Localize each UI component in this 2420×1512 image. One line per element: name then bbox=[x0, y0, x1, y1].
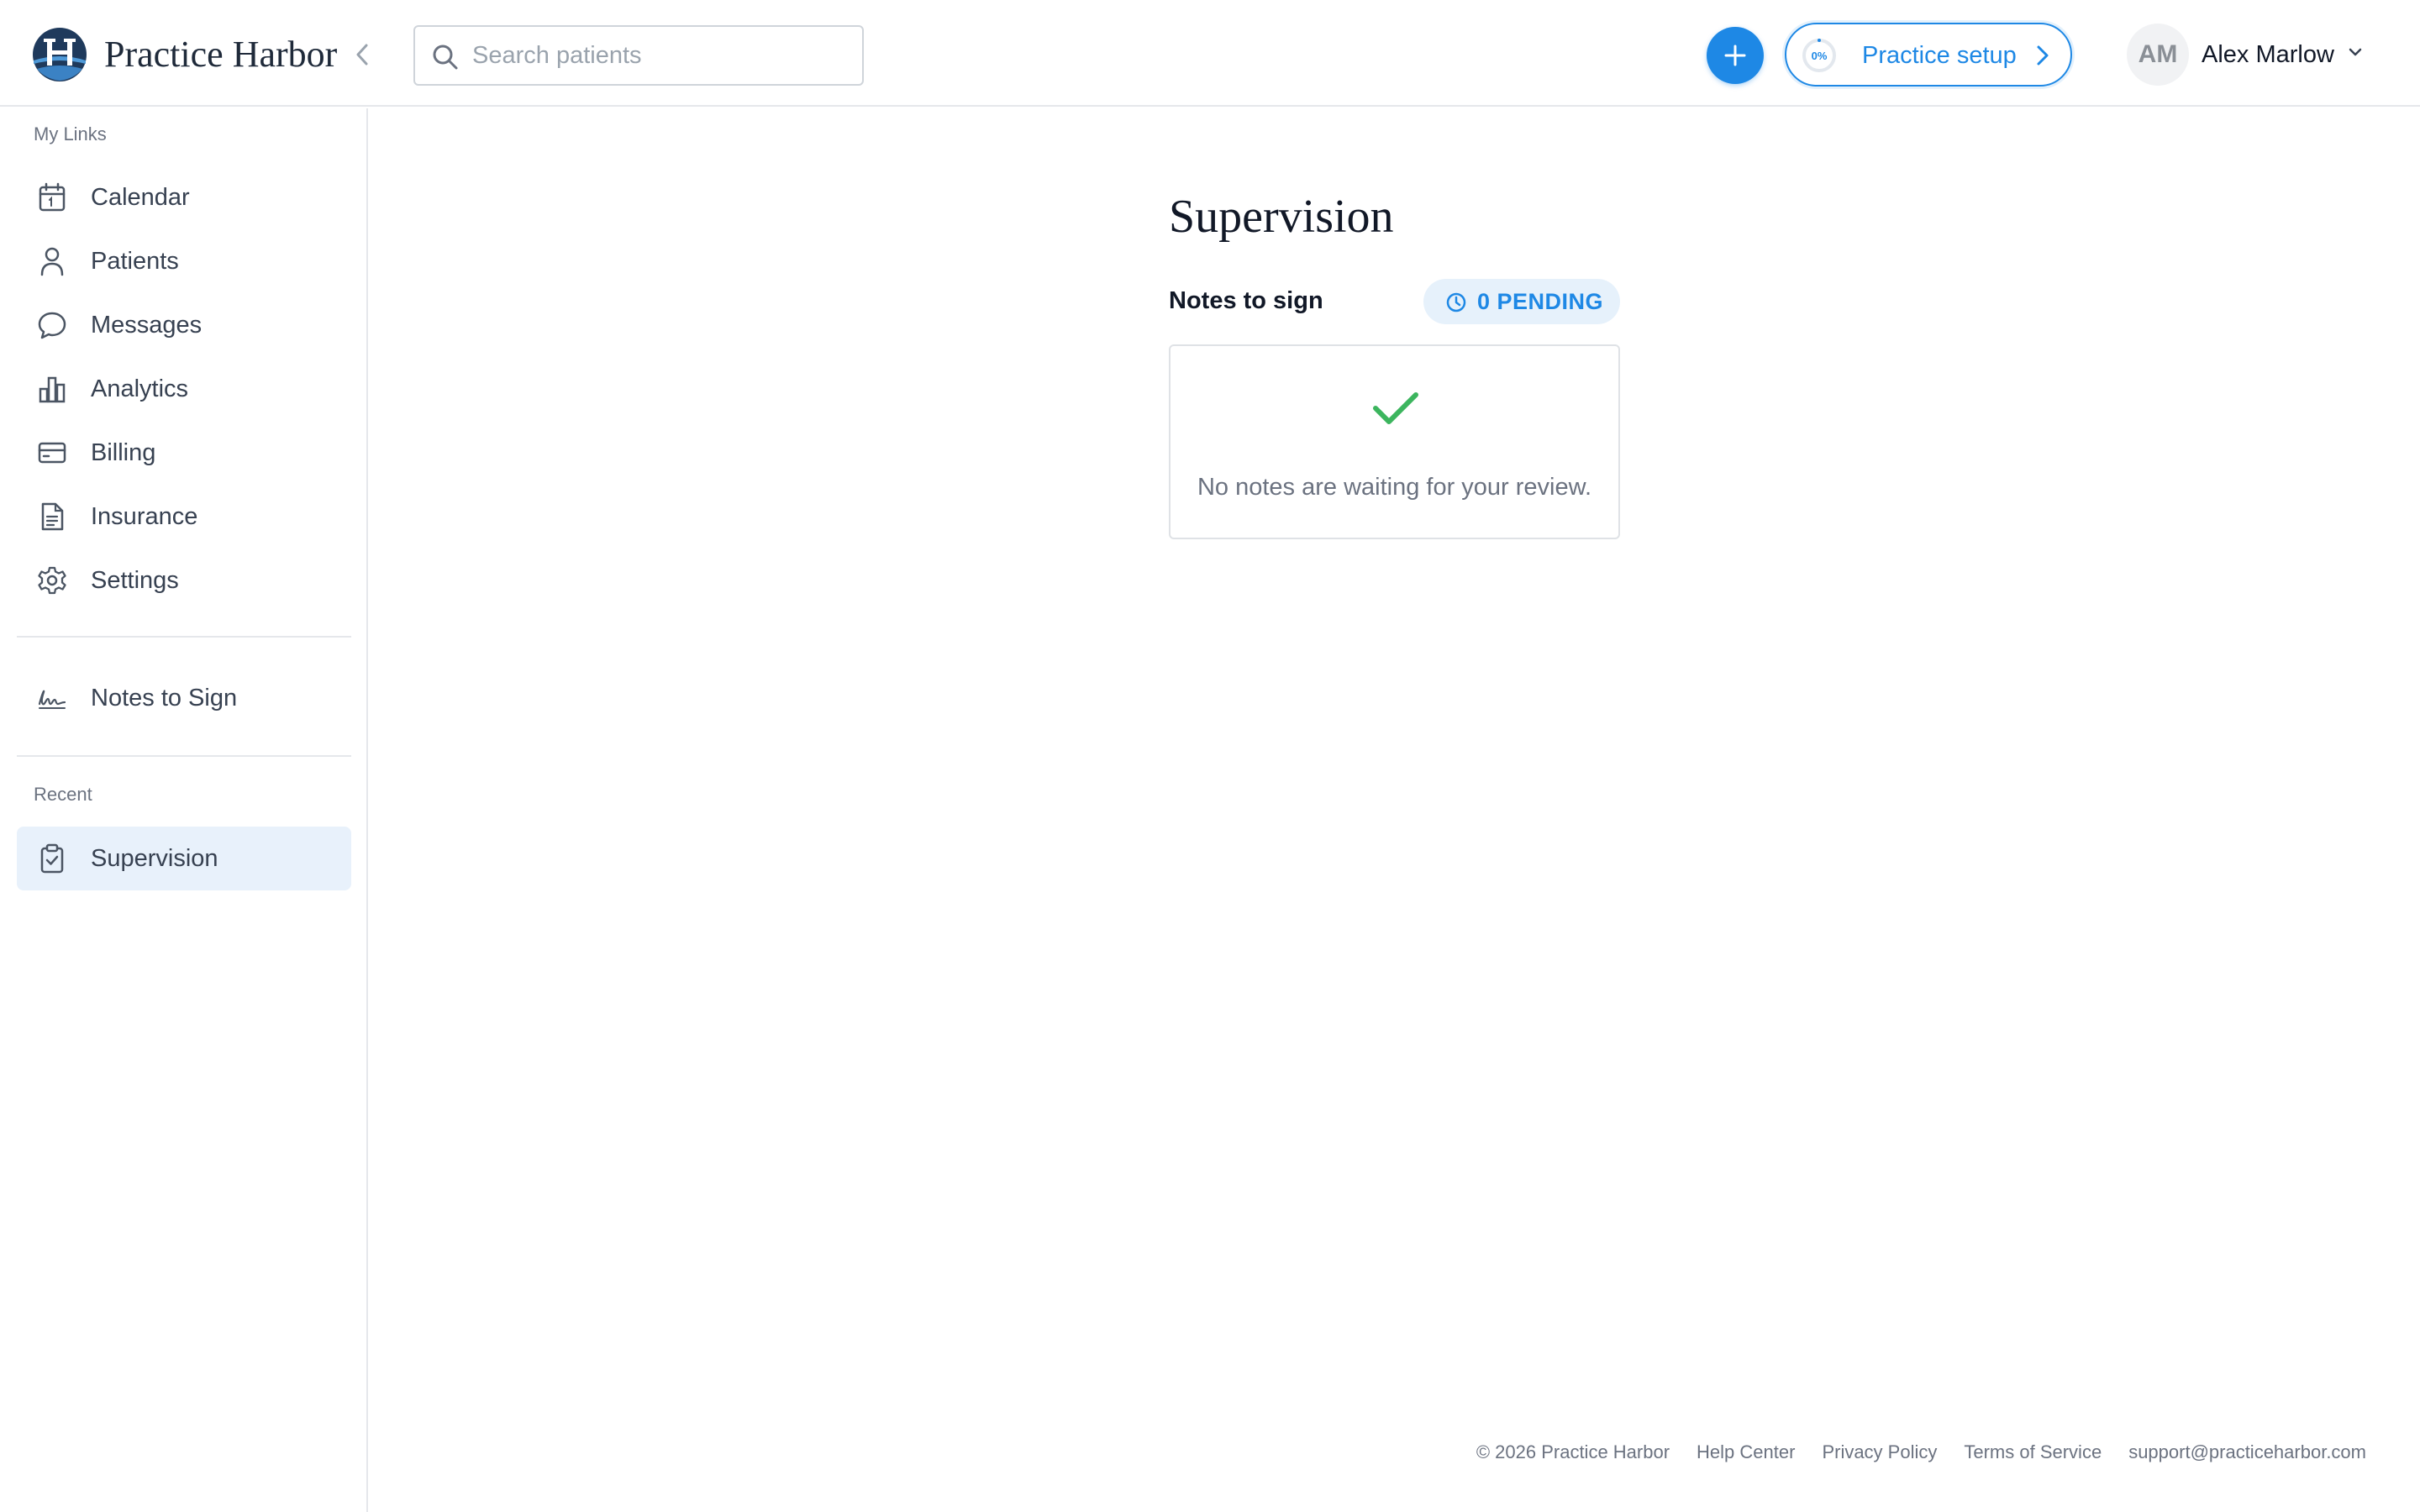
sidebar-item-messages[interactable]: Messages bbox=[17, 293, 351, 357]
message-icon bbox=[37, 310, 67, 340]
sidebar-item-label: Analytics bbox=[91, 375, 189, 402]
checkmark-icon bbox=[1373, 392, 1418, 424]
sidebar-item-label: Billing bbox=[91, 439, 156, 466]
footer-link-terms-of-service[interactable]: Terms of Service bbox=[1964, 1441, 2102, 1463]
empty-state-message: No notes are waiting for your review. bbox=[1197, 474, 1592, 501]
setup-progress-text: 0% bbox=[1811, 49, 1828, 62]
sidebar-item-supervision[interactable]: Supervision bbox=[17, 827, 351, 890]
chevron-down-icon[interactable] bbox=[2348, 47, 2363, 59]
sidebar-item-notes-to-sign[interactable]: Notes to Sign bbox=[17, 666, 351, 730]
sidebar-divider bbox=[17, 755, 351, 757]
pending-badge: 0 PENDING bbox=[1423, 279, 1620, 324]
signature-icon bbox=[37, 683, 67, 713]
add-button[interactable] bbox=[1707, 27, 1764, 84]
footer-link-support-email[interactable]: support@practiceharbor.com bbox=[2128, 1441, 2366, 1463]
sidebar-item-patients[interactable]: Patients bbox=[17, 229, 351, 293]
gear-icon bbox=[37, 565, 67, 596]
sidebar-divider bbox=[17, 636, 351, 638]
footer-link-help-center[interactable]: Help Center bbox=[1697, 1441, 1795, 1463]
notes-to-sign-heading: Notes to sign bbox=[1169, 287, 1323, 314]
clock-icon bbox=[1446, 292, 1466, 312]
sidebar-item-billing[interactable]: Billing bbox=[17, 421, 351, 485]
notes-empty-state: No notes are waiting for your review. bbox=[1169, 344, 1620, 539]
recent-label: Recent bbox=[34, 784, 92, 805]
sidebar-item-calendar[interactable]: Calendar bbox=[17, 165, 351, 229]
pending-count: 0 PENDING bbox=[1477, 289, 1604, 314]
footer: © 2026 Practice Harbor Help Center Priva… bbox=[1476, 1441, 2366, 1463]
sidebar-item-label: Insurance bbox=[91, 503, 198, 530]
sidebar: My Links Calendar Patients Messages Anal… bbox=[0, 108, 368, 1512]
sidebar-item-analytics[interactable]: Analytics bbox=[17, 357, 351, 421]
user-avatar[interactable]: AM bbox=[2127, 24, 2189, 86]
setup-label: Practice setup bbox=[1862, 42, 2017, 69]
credit-card-icon bbox=[37, 438, 67, 468]
plus-icon bbox=[1724, 45, 1746, 66]
user-icon bbox=[37, 246, 67, 276]
sidebar-item-label: Calendar bbox=[91, 184, 190, 211]
sidebar-item-label: Supervision bbox=[91, 845, 218, 872]
brand-name[interactable]: Practice Harbor bbox=[104, 30, 337, 79]
clipboard-check-icon bbox=[37, 843, 67, 874]
document-icon bbox=[37, 501, 67, 532]
sidebar-item-label: Notes to Sign bbox=[91, 685, 238, 711]
sidebar-item-insurance[interactable]: Insurance bbox=[17, 485, 351, 549]
collapse-sidebar-icon[interactable] bbox=[350, 39, 375, 71]
bar-chart-icon bbox=[37, 374, 67, 404]
calendar-icon bbox=[37, 182, 67, 213]
top-header: Practice Harbor 0% Practice setup AM Ale… bbox=[0, 0, 2420, 107]
user-name[interactable]: Alex Marlow bbox=[2202, 39, 2334, 70]
sidebar-item-label: Patients bbox=[91, 248, 179, 275]
footer-copyright: © 2026 Practice Harbor bbox=[1476, 1441, 1670, 1462]
chevron-right-icon bbox=[2037, 45, 2049, 66]
search-box[interactable] bbox=[413, 25, 864, 86]
search-input[interactable] bbox=[472, 27, 850, 84]
my-links-label: My Links bbox=[34, 123, 107, 144]
footer-link-privacy-policy[interactable]: Privacy Policy bbox=[1822, 1441, 1937, 1463]
page-title: Supervision bbox=[1169, 191, 1394, 243]
practice-setup-button[interactable]: 0% Practice setup bbox=[1785, 23, 2072, 87]
brand-logo-icon[interactable] bbox=[32, 27, 87, 82]
search-icon bbox=[433, 45, 458, 70]
sidebar-item-settings[interactable]: Settings bbox=[17, 549, 351, 612]
sidebar-item-label: Settings bbox=[91, 567, 179, 594]
sidebar-item-label: Messages bbox=[91, 312, 203, 339]
